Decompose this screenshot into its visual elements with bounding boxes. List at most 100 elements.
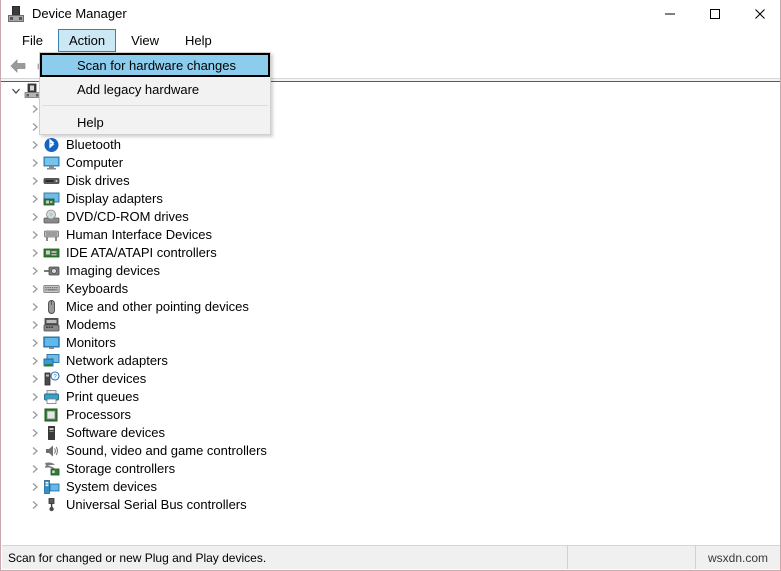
close-icon[interactable]: [737, 0, 780, 28]
chevron-right-icon[interactable]: [27, 335, 43, 351]
chevron-right-icon[interactable]: [27, 227, 43, 243]
device-tree[interactable]: Audio inputs and outputs Batteries: [2, 82, 780, 542]
tree-item-label: Bluetooth: [66, 137, 121, 152]
action-menu-dropdown[interactable]: Scan for hardware changes Add legacy har…: [39, 52, 271, 135]
chevron-right-icon[interactable]: [27, 299, 43, 315]
network-adapter-icon: [43, 353, 60, 369]
tree-item-label: Keyboards: [66, 281, 129, 296]
chevron-right-icon[interactable]: [27, 425, 43, 441]
maximize-icon[interactable]: [692, 0, 737, 28]
monitor-icon: [43, 335, 60, 351]
tree-item-display-adapters[interactable]: Display adapters: [2, 190, 780, 208]
minimize-icon[interactable]: [647, 0, 692, 28]
chevron-right-icon[interactable]: [27, 281, 43, 297]
tree-item-other-devices[interactable]: ? Other devices: [2, 370, 780, 388]
tree-item-keyboards[interactable]: Keyboards: [2, 280, 780, 298]
tree-item-label: Network adapters: [66, 353, 168, 368]
dvd-drive-icon: [43, 209, 60, 225]
tree-item-label: DVD/CD-ROM drives: [66, 209, 189, 224]
tree-item-storage-controllers[interactable]: Storage controllers: [2, 460, 780, 478]
watermark: wsxdn.com: [707, 550, 769, 565]
display-adapter-icon: [43, 191, 60, 207]
tree-item-label: Monitors: [66, 335, 116, 350]
software-device-icon: [43, 425, 60, 441]
tree-item-label: Software devices: [66, 425, 165, 440]
menu-file[interactable]: File: [11, 29, 54, 52]
tree-item-label: Modems: [66, 317, 116, 332]
chevron-right-icon[interactable]: [27, 497, 43, 513]
tree-item-label: Human Interface Devices: [66, 227, 212, 242]
status-middle-panel: [568, 546, 696, 569]
tree-item-monitors[interactable]: Monitors: [2, 334, 780, 352]
tree-item-computer[interactable]: Computer: [2, 154, 780, 172]
tree-item-hid[interactable]: Human Interface Devices: [2, 226, 780, 244]
other-device-icon: ?: [43, 371, 60, 387]
chevron-right-icon[interactable]: [27, 443, 43, 459]
tree-item-label: Other devices: [66, 371, 147, 386]
chevron-right-icon[interactable]: [27, 317, 43, 333]
modem-icon: [43, 317, 60, 333]
tree-item-processors[interactable]: Processors: [2, 406, 780, 424]
device-manager-icon: [8, 6, 24, 22]
back-arrow-icon[interactable]: [6, 55, 30, 77]
tree-item-label: Mice and other pointing devices: [66, 299, 249, 314]
tree-item-bluetooth[interactable]: Bluetooth: [2, 136, 780, 154]
chevron-right-icon[interactable]: [27, 407, 43, 423]
printer-icon: [43, 389, 60, 405]
chevron-right-icon[interactable]: [27, 353, 43, 369]
hid-icon: [43, 227, 60, 243]
chevron-right-icon[interactable]: [27, 191, 43, 207]
menu-item-scan-for-hardware-changes[interactable]: Scan for hardware changes: [40, 53, 270, 77]
tree-item-network-adapters[interactable]: Network adapters: [2, 352, 780, 370]
chevron-right-icon[interactable]: [27, 263, 43, 279]
chevron-right-icon[interactable]: [27, 137, 43, 153]
tree-item-imaging-devices[interactable]: Imaging devices: [2, 262, 780, 280]
menu-item-help[interactable]: Help: [40, 110, 270, 134]
chevron-right-icon[interactable]: [27, 245, 43, 261]
chevron-right-icon[interactable]: [27, 371, 43, 387]
tree-item-label: Sound, video and game controllers: [66, 443, 267, 458]
chevron-down-icon[interactable]: [8, 83, 24, 99]
tree-item-mice[interactable]: Mice and other pointing devices: [2, 298, 780, 316]
chevron-right-icon[interactable]: [27, 479, 43, 495]
processor-icon: [43, 407, 60, 423]
device-manager-window: Device Manager File Action View Help Blu…: [0, 0, 781, 571]
tree-item-disk-drives[interactable]: Disk drives: [2, 172, 780, 190]
tree-item-label: Universal Serial Bus controllers: [66, 497, 247, 512]
bluetooth-icon: [43, 137, 60, 153]
menu-item-add-legacy-hardware[interactable]: Add legacy hardware: [40, 77, 270, 101]
menu-view[interactable]: View: [120, 29, 170, 52]
tree-item-label: System devices: [66, 479, 158, 494]
status-bar: Scan for changed or new Plug and Play de…: [2, 545, 780, 569]
tree-item-ide-controllers[interactable]: IDE ATA/ATAPI controllers: [2, 244, 780, 262]
disk-drive-icon: [43, 173, 60, 189]
tree-item-software-devices[interactable]: Software devices: [2, 424, 780, 442]
menu-help[interactable]: Help: [174, 29, 223, 52]
tree-item-label: Display adapters: [66, 191, 163, 206]
window-title: Device Manager: [32, 6, 127, 21]
tree-item-sound-video-game[interactable]: Sound, video and game controllers: [2, 442, 780, 460]
tree-item-label: Print queues: [66, 389, 139, 404]
tree-item-label: Computer: [66, 155, 124, 170]
tree-item-label: Storage controllers: [66, 461, 176, 476]
storage-controller-icon: [43, 461, 60, 477]
mouse-icon: [43, 299, 60, 315]
tree-item-label: Processors: [66, 407, 132, 422]
tree-item-usb-controllers[interactable]: Universal Serial Bus controllers: [2, 496, 780, 514]
tree-item-system-devices[interactable]: System devices: [2, 478, 780, 496]
title-bar: Device Manager: [1, 0, 780, 28]
menu-bar: File Action View Help: [1, 28, 780, 53]
menu-action[interactable]: Action: [57, 29, 117, 52]
computer-icon: [43, 155, 60, 171]
window-controls: [647, 0, 780, 28]
chevron-right-icon[interactable]: [27, 461, 43, 477]
system-device-icon: [43, 479, 60, 495]
tree-item-label: IDE ATA/ATAPI controllers: [66, 245, 217, 260]
chevron-right-icon[interactable]: [27, 173, 43, 189]
chevron-right-icon[interactable]: [27, 209, 43, 225]
tree-item-print-queues[interactable]: Print queues: [2, 388, 780, 406]
chevron-right-icon[interactable]: [27, 389, 43, 405]
tree-item-dvd-drives[interactable]: DVD/CD-ROM drives: [2, 208, 780, 226]
chevron-right-icon[interactable]: [27, 155, 43, 171]
tree-item-modems[interactable]: Modems: [2, 316, 780, 334]
